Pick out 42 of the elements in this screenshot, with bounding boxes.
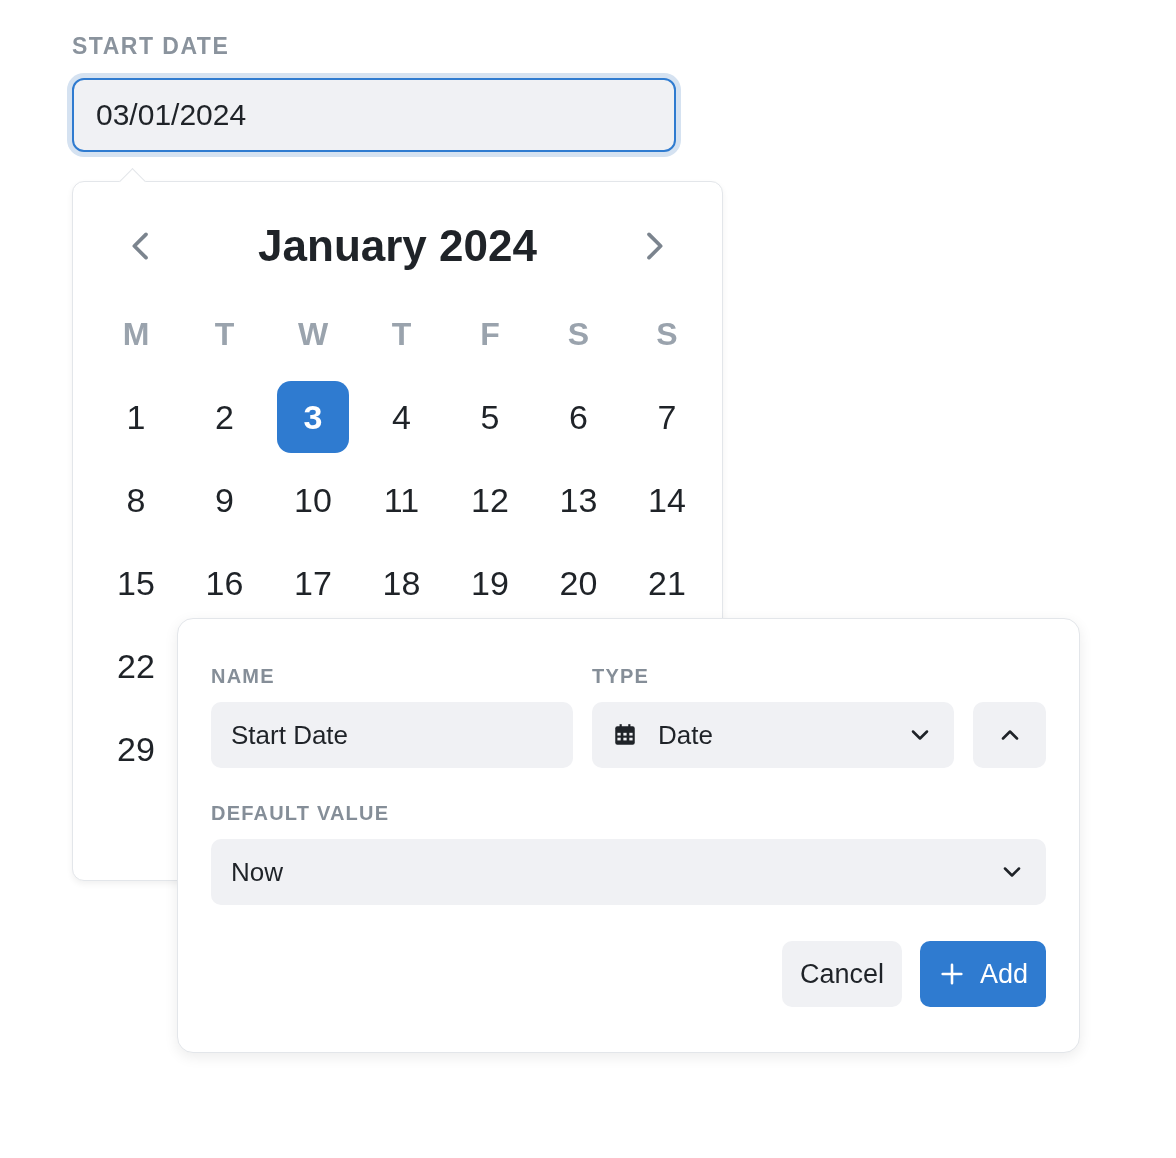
calendar-day[interactable]: 18 <box>365 547 438 619</box>
month-title: January 2024 <box>258 221 537 271</box>
calendar-day[interactable]: 13 <box>542 464 615 536</box>
type-select[interactable]: Date <box>592 702 954 768</box>
calendar-day[interactable]: 6 <box>542 381 615 453</box>
field-label: NAME <box>211 665 276 688</box>
calendar-day[interactable]: 16 <box>188 547 261 619</box>
calendar-day[interactable]: 1 <box>100 381 172 453</box>
weekday-label: T <box>213 314 236 354</box>
calendar-day[interactable]: 14 <box>631 464 703 536</box>
calendar-day[interactable]: 7 <box>631 381 703 453</box>
weekday-label: W <box>296 314 330 354</box>
cancel-button[interactable]: Cancel <box>781 941 902 1007</box>
weekday-label: S <box>566 314 591 354</box>
calendar-day[interactable]: 29 <box>100 713 172 785</box>
calendar-day[interactable]: 22 <box>100 630 172 702</box>
weekday-label: T <box>390 314 413 354</box>
calendar-day[interactable]: 17 <box>277 547 349 619</box>
calendar-day[interactable]: 8 <box>100 464 172 536</box>
calendar-icon <box>612 722 638 748</box>
calendar-day[interactable]: 15 <box>100 547 172 619</box>
calendar-day[interactable]: 3 <box>277 381 349 453</box>
field-label: TYPE <box>592 665 651 688</box>
calendar-day[interactable]: 11 <box>365 464 438 536</box>
calendar-day[interactable]: 2 <box>188 381 261 453</box>
default-value-select[interactable]: Now <box>211 839 1046 905</box>
calendar-day[interactable]: 4 <box>365 381 438 453</box>
calendar-day[interactable]: 9 <box>188 464 261 536</box>
calendar-day[interactable]: 10 <box>277 464 349 536</box>
weekday-label: F <box>479 314 501 354</box>
calendar-day[interactable]: 12 <box>454 464 526 536</box>
field-label: DEFAULT VALUE <box>211 802 391 825</box>
calendar-day[interactable]: 21 <box>631 547 703 619</box>
name-input-field[interactable]: Start Date <box>211 702 573 768</box>
date-input-field[interactable]: 03/01/2024 <box>72 78 676 152</box>
calendar-day[interactable]: 5 <box>454 381 526 453</box>
calendar-day[interactable]: 20 <box>542 547 615 619</box>
weekday-label: M <box>121 314 151 354</box>
weekday-label: S <box>655 314 679 354</box>
calendar-day[interactable]: 19 <box>454 547 526 619</box>
field-label: START DATE <box>72 33 231 60</box>
add-button[interactable]: Add <box>919 941 1046 1007</box>
